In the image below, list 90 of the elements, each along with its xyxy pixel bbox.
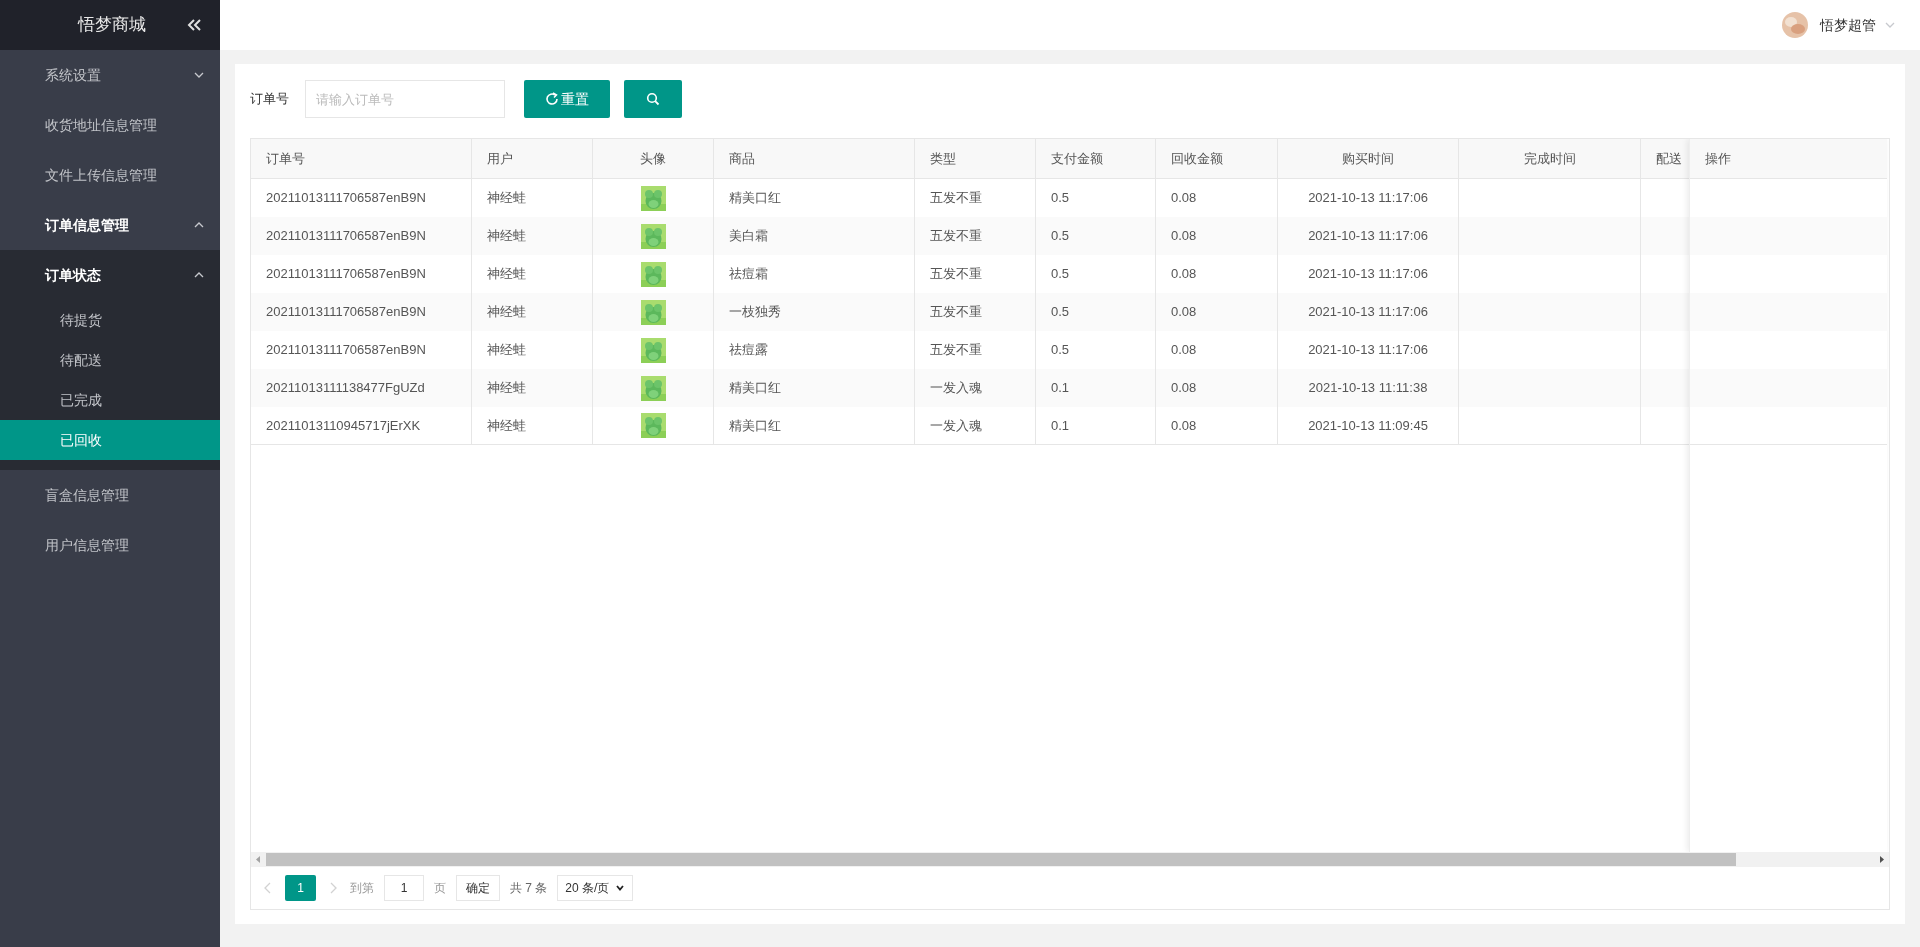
order-number-field[interactable]: 请输入订单号 bbox=[305, 80, 505, 118]
scrollbar-thumb[interactable] bbox=[266, 853, 1736, 866]
column-header: 支付金额 bbox=[1036, 139, 1156, 178]
table-cell-text: 精美口红 bbox=[729, 416, 781, 435]
field-label: 订单号 bbox=[250, 90, 290, 109]
column-header: 操作 bbox=[1690, 139, 1887, 179]
table-cell-text: 0.08 bbox=[1171, 303, 1197, 322]
table-cell-text: 精美口红 bbox=[729, 379, 781, 398]
table-cell-text: 20211013111138477FgUZd bbox=[266, 379, 425, 398]
table-cell-text: 神经蛙 bbox=[487, 189, 526, 208]
table-cell-text: 五发不重 bbox=[930, 341, 982, 360]
table-cell-text: 0.1 bbox=[1051, 416, 1070, 435]
column-header: 回收金额 bbox=[1156, 139, 1278, 178]
table-cell-text: 20211013111706587enB9N bbox=[266, 341, 426, 360]
table-cell-text: 一发入魂 bbox=[930, 416, 982, 435]
table-cell-text: 0.08 bbox=[1171, 379, 1197, 398]
search-button[interactable] bbox=[624, 80, 682, 118]
table-cell-text: 0.08 bbox=[1171, 416, 1197, 435]
table-cell-text: 2021-10-13 11:17:06 bbox=[1308, 227, 1428, 246]
table-cell-text: 0.5 bbox=[1051, 227, 1070, 246]
reset-button[interactable]: 重置 bbox=[524, 80, 610, 118]
table-cell-text: 精美口红 bbox=[729, 189, 781, 208]
app-title: 悟梦商城 bbox=[78, 14, 146, 37]
search-icon bbox=[646, 92, 660, 106]
confirm-button[interactable]: 确定 bbox=[456, 875, 500, 901]
column-header: 用户 bbox=[472, 139, 593, 178]
table-cell-text: 2021-10-13 11:17:06 bbox=[1308, 265, 1428, 284]
table-cell-text: 五发不重 bbox=[930, 189, 982, 208]
table-cell-text: 神经蛙 bbox=[487, 379, 526, 398]
table-cell-text: 2021-10-13 11:09:45 bbox=[1308, 416, 1428, 435]
menu-item[interactable]: 待配送 bbox=[0, 340, 220, 380]
menu-item[interactable]: 已完成 bbox=[0, 380, 220, 420]
table-cell-text: 五发不重 bbox=[930, 265, 982, 284]
table-cell-text: 20211013111706587enB9N bbox=[266, 227, 426, 246]
table-cell-text: 2021-10-13 11:17:06 bbox=[1308, 303, 1428, 322]
refresh-icon bbox=[545, 92, 559, 106]
table-cell-text: 20211013111706587enB9N bbox=[266, 303, 426, 322]
menu-item[interactable]: 收货地址信息管理 bbox=[0, 100, 220, 150]
collapse-icon[interactable] bbox=[186, 18, 202, 32]
total-count: 共 7 条 bbox=[510, 880, 548, 897]
menu-item[interactable]: 用户信息管理 bbox=[0, 520, 220, 570]
page-number-field[interactable]: 1 bbox=[384, 875, 424, 901]
menu-item[interactable]: 订单状态 bbox=[0, 250, 220, 300]
column-header: 配送 bbox=[1655, 149, 1683, 168]
column-header: 完成时间 bbox=[1459, 139, 1641, 178]
page-unit-label: 页 bbox=[434, 880, 446, 897]
menu-item[interactable]: 盲盒信息管理 bbox=[0, 470, 220, 520]
table-cell-text: 0.08 bbox=[1171, 189, 1197, 208]
column-header: 商品 bbox=[714, 139, 915, 178]
menu-item[interactable]: 系统设置 bbox=[0, 50, 220, 100]
table-cell-text: 一发入魂 bbox=[930, 379, 982, 398]
table-cell-text: 0.08 bbox=[1171, 341, 1197, 360]
menu-item[interactable]: 订单信息管理 bbox=[0, 200, 220, 250]
table-cell-text: 神经蛙 bbox=[487, 265, 526, 284]
table-cell-text: 0.08 bbox=[1171, 265, 1197, 284]
menu-item[interactable]: 待提货 bbox=[0, 300, 220, 340]
column-header: 订单号 bbox=[251, 139, 472, 178]
table-cell-text: 0.08 bbox=[1171, 227, 1197, 246]
menu-item[interactable]: 文件上传信息管理 bbox=[0, 150, 220, 200]
table-cell-text: 2021-10-13 11:17:06 bbox=[1308, 189, 1428, 208]
table-cell-text: 神经蛙 bbox=[487, 303, 526, 322]
table-cell-text: 2021-10-13 11:17:06 bbox=[1308, 341, 1428, 360]
page-button[interactable]: 1 bbox=[285, 875, 316, 901]
table-cell-text: 20211013111706587enB9N bbox=[266, 265, 426, 284]
table-cell-text: 20211013110945717jErXK bbox=[266, 416, 421, 435]
table-cell-text: 0.1 bbox=[1051, 379, 1070, 398]
table-cell-text: 美白霜 bbox=[729, 227, 768, 246]
table-cell-text: 一枝独秀 bbox=[729, 303, 781, 322]
table-cell-text: 祛痘霜 bbox=[729, 265, 768, 284]
user-name[interactable]: 悟梦超管 bbox=[1820, 14, 1876, 36]
column-header: 购买时间 bbox=[1278, 139, 1459, 178]
table-cell-text: 神经蛙 bbox=[487, 227, 526, 246]
table-cell-text: 0.5 bbox=[1051, 189, 1070, 208]
caret-icon bbox=[615, 883, 626, 893]
column-header: 类型 bbox=[915, 139, 1036, 178]
table-cell-text: 0.5 bbox=[1051, 265, 1070, 284]
column-header: 头像 bbox=[593, 139, 714, 178]
table-cell-text: 神经蛙 bbox=[487, 416, 526, 435]
table-cell-text: 五发不重 bbox=[930, 227, 982, 246]
table-cell-text: 2021-10-13 11:11:38 bbox=[1308, 379, 1428, 398]
table-cell-text: 0.5 bbox=[1051, 341, 1070, 360]
goto-label: 到第 bbox=[350, 880, 374, 897]
menu-item[interactable]: 已回收 bbox=[0, 420, 220, 460]
horizontal-scrollbar[interactable] bbox=[251, 852, 1889, 867]
table-cell-text: 20211013111706587enB9N bbox=[266, 189, 426, 208]
table-cell-text: 祛痘露 bbox=[729, 341, 768, 360]
table-cell-text: 五发不重 bbox=[930, 303, 982, 322]
table-cell-text: 0.5 bbox=[1051, 303, 1070, 322]
page-size-select[interactable]: 20 条/页 bbox=[557, 875, 634, 901]
table-cell-text: 神经蛙 bbox=[487, 341, 526, 360]
